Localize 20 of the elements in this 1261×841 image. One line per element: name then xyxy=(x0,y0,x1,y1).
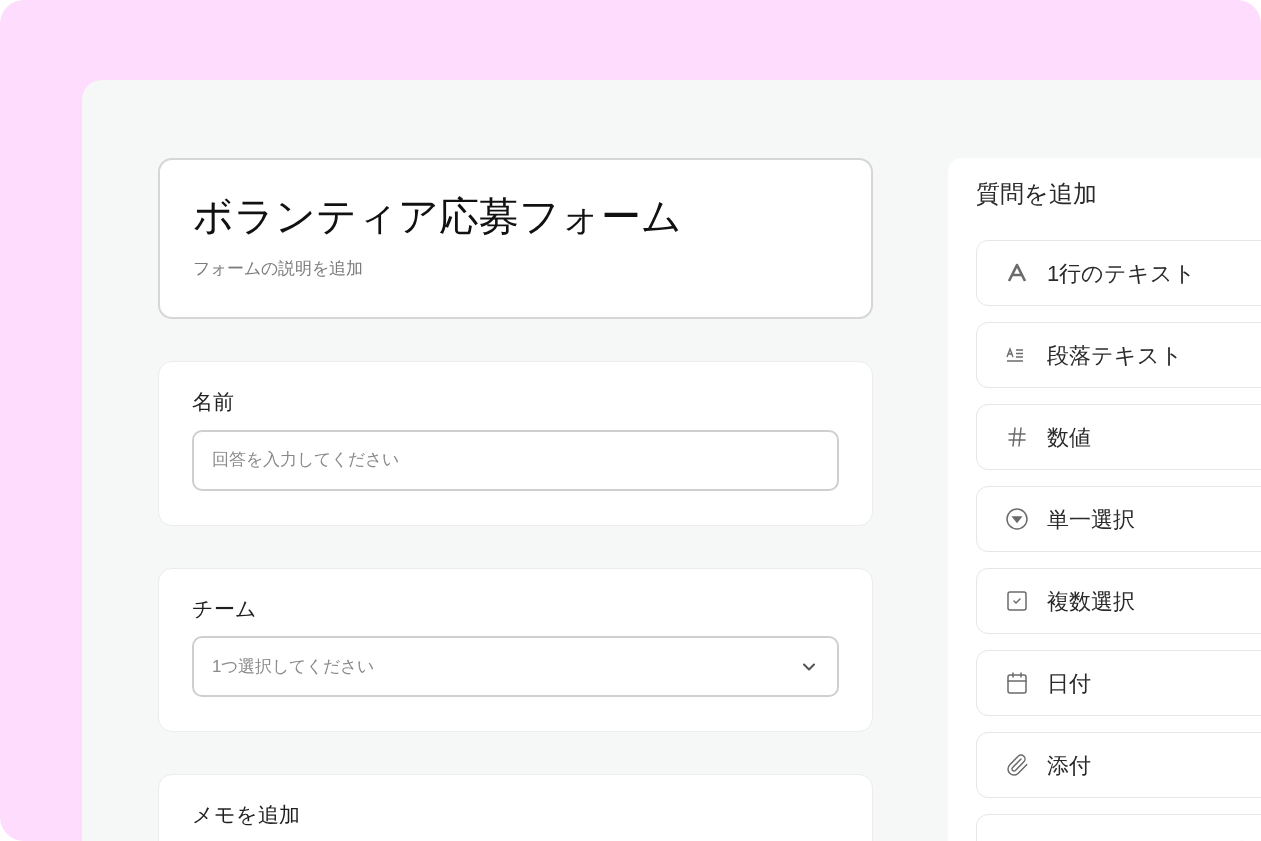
checkbox-icon xyxy=(1005,589,1029,613)
paperclip-icon xyxy=(1005,753,1029,777)
dropdown-circle-icon xyxy=(1005,507,1029,531)
question-type-button[interactable]: 複数選択 xyxy=(976,568,1261,634)
question-type-button[interactable]: 1行のテキスト xyxy=(976,240,1261,306)
question-type-button[interactable]: 日付 xyxy=(976,650,1261,716)
question-type-button[interactable]: 数値 xyxy=(976,404,1261,470)
question-label: チーム xyxy=(192,595,258,622)
form-description: フォームの説明を追加 xyxy=(193,258,364,280)
hash-icon xyxy=(1005,425,1029,449)
team-select[interactable]: 1つ選択してください xyxy=(192,636,839,697)
question-type-button[interactable]: 添付 xyxy=(976,732,1261,798)
question-label: 名前 xyxy=(192,389,235,415)
question-type-button[interactable]: 段落テキスト xyxy=(976,322,1261,388)
calendar-icon xyxy=(1005,671,1029,695)
sidebar-title: 質問を追加 xyxy=(976,179,1098,209)
question-label: メモを追加 xyxy=(192,802,301,828)
form-title: ボランティア応募フォーム xyxy=(193,193,683,240)
answer-field[interactable]: 回答を入力してください xyxy=(192,429,839,491)
question-type-button[interactable]: 単一選択 xyxy=(976,486,1261,552)
